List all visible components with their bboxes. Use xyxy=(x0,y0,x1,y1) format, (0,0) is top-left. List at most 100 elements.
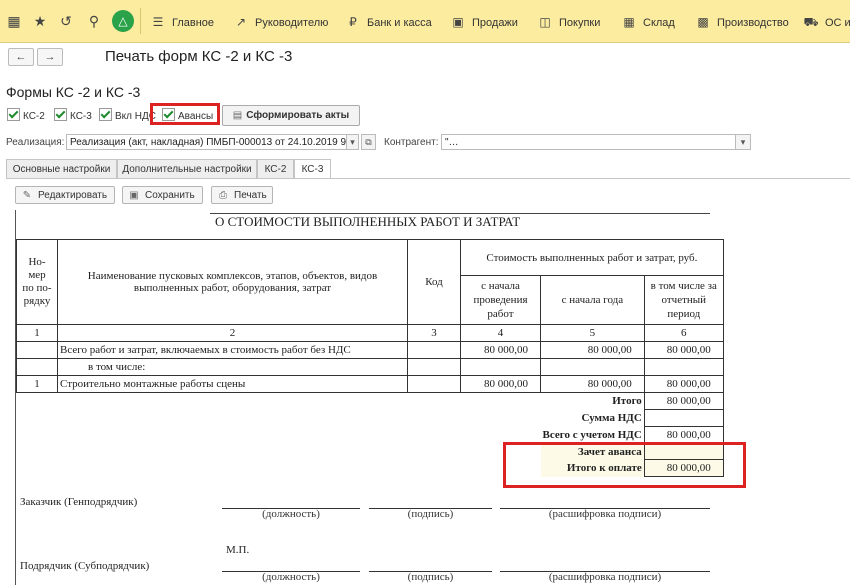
header-num: Но- мер по по- рядку xyxy=(16,239,58,325)
total-value: 80 000,00 xyxy=(643,392,724,410)
realization-field[interactable]: Реализация (акт, накладная) ПМБП-000013 … xyxy=(66,134,358,150)
history-icon[interactable]: ↺ xyxy=(56,11,76,31)
warehouse-icon: ▦ xyxy=(623,15,635,29)
dropdown-chevron-icon[interactable]: ▾ xyxy=(346,134,359,150)
arrow-right-icon: → xyxy=(44,51,56,63)
row-value xyxy=(460,358,541,376)
row-name: Всего работ и затрат, включаемых в стоим… xyxy=(57,341,408,359)
row-value: 80 000,00 xyxy=(643,375,724,393)
counterparty-label: Контрагент: xyxy=(384,137,439,148)
document-title: О СТОИМОСТИ ВЫПОЛНЕННЫХ РАБОТ И ЗАТРАТ xyxy=(215,214,521,229)
save-button[interactable]: ▣ Сохранить xyxy=(122,186,203,204)
checkbox-ks3[interactable]: КС-3 xyxy=(54,108,92,122)
header-from-start: с начала проведения работ xyxy=(460,275,541,325)
dropdown-chevron-icon[interactable]: ▾ xyxy=(735,134,751,150)
menu-main[interactable]: ☰ Главное xyxy=(150,13,214,31)
contractor-label: Подрядчик (Субподрядчик) xyxy=(20,560,150,572)
tab-underline xyxy=(6,178,850,179)
pencil-icon: ✎ xyxy=(22,190,32,201)
menu-fixed-assets[interactable]: ⛟ ОС и xyxy=(803,13,850,31)
header-name: Наименование пусковых комплексов, этапов… xyxy=(57,239,408,325)
document-icon: ▤ xyxy=(232,110,243,121)
menu-production[interactable]: ▩ Производство xyxy=(695,13,788,31)
col-number: 6 xyxy=(643,324,724,342)
checkmark-icon xyxy=(99,108,112,121)
table-row: Всего работ и затрат, включаемых в стоим… xyxy=(16,341,724,359)
tab-ks2[interactable]: КС-2 xyxy=(257,159,294,178)
total-label: Всего с учетом НДС xyxy=(542,429,642,441)
checkmark-icon xyxy=(54,108,67,121)
tab-additional-settings[interactable]: Дополнительные настройки xyxy=(117,159,257,178)
search-icon[interactable]: ⚲ xyxy=(84,11,104,31)
caption-signature: (подпись) xyxy=(407,508,454,520)
row-code xyxy=(407,358,461,376)
stamp-label: М.П. xyxy=(226,544,250,556)
total-value: 80 000,00 xyxy=(643,426,724,444)
print-button[interactable]: ⎙ Печать xyxy=(211,186,273,204)
row-name: Строительно монтажные работы сцены xyxy=(57,375,408,393)
back-button[interactable]: ← xyxy=(8,48,34,66)
caption-signature: (подпись) xyxy=(407,571,454,583)
total-label: Итого xyxy=(612,395,642,408)
customer-label: Заказчик (Генподрядчик) xyxy=(20,496,138,508)
row-value: 80 000,00 xyxy=(460,375,541,393)
menu-sales[interactable]: ▣ Продажи xyxy=(450,13,518,31)
table-row: 1 Строительно монтажные работы сцены 80 … xyxy=(16,375,724,393)
section-title: Формы КС -2 и КС -3 xyxy=(6,84,141,100)
total-value xyxy=(643,409,724,427)
printer-icon: ⎙ xyxy=(219,190,227,201)
forward-button[interactable]: → xyxy=(37,48,63,66)
checkbox-vat[interactable]: Вкл НДС xyxy=(99,108,156,122)
divider xyxy=(140,8,141,34)
row-value: 80 000,00 xyxy=(460,341,541,359)
top-menu-bar: ▦ ★ ↺ ⚲ △ ☰ Главное ↗ Руководителю ₽ Банк и… xyxy=(0,0,850,43)
table-row: в том числе: xyxy=(16,358,724,376)
star-icon[interactable]: ★ xyxy=(30,11,50,31)
col-number: 4 xyxy=(460,324,541,342)
row-name: в том числе: xyxy=(57,358,408,376)
tab-main-settings[interactable]: Основные настройки xyxy=(6,159,117,178)
arrow-left-icon: ← xyxy=(15,51,27,63)
row-num xyxy=(16,341,58,359)
menu-warehouse[interactable]: ▦ Склад xyxy=(621,13,675,31)
realization-label: Реализация: xyxy=(6,137,65,148)
checkbox-ks2[interactable]: КС-2 xyxy=(7,108,45,122)
counterparty-field[interactable]: "… xyxy=(441,134,751,150)
payment-highlight-frame xyxy=(503,442,746,488)
menu-purchases[interactable]: ◫ Покупки xyxy=(537,13,600,31)
edit-button[interactable]: ✎ Редактировать xyxy=(15,186,115,204)
col-number: 3 xyxy=(407,324,461,342)
bag-icon: ▣ xyxy=(452,15,464,29)
total-row: Всего с учетом НДС 80 000,00 xyxy=(17,426,724,444)
total-row: Итого 80 000,00 xyxy=(17,392,724,410)
make-acts-button[interactable]: ▤ Сформировать акты xyxy=(222,105,360,126)
factory-icon: ▩ xyxy=(697,15,709,29)
advances-highlight-frame xyxy=(150,103,220,125)
menu-bank[interactable]: ₽ Банк и касса xyxy=(345,13,432,31)
window-title: Печать форм КС -2 и КС -3 xyxy=(105,48,293,65)
caption-position: (должность) xyxy=(262,508,320,520)
total-label: Сумма НДС xyxy=(581,412,642,424)
checkmark-icon xyxy=(7,108,20,121)
row-value xyxy=(643,358,724,376)
row-code xyxy=(407,341,461,359)
tab-ks3[interactable]: КС-3 xyxy=(294,159,331,179)
cart-icon: ◫ xyxy=(539,15,551,29)
caption-decode: (расшифровка подписи) xyxy=(548,508,662,520)
ruble-icon: ₽ xyxy=(349,15,357,29)
row-num xyxy=(16,358,58,376)
bell-icon[interactable]: △ xyxy=(112,10,134,32)
grid-icon[interactable]: ▦ xyxy=(4,11,24,31)
col-number: 2 xyxy=(57,324,408,342)
menu-manager[interactable]: ↗ Руководителю xyxy=(233,13,328,31)
menu-icon: ☰ xyxy=(152,15,164,29)
row-num: 1 xyxy=(16,375,58,393)
header-period: в том числе за отчетный период xyxy=(643,275,724,325)
row-value: 80 000,00 xyxy=(643,341,724,359)
row-value xyxy=(540,358,645,376)
save-icon: ▣ xyxy=(129,190,139,201)
open-link-icon[interactable]: ⧉ xyxy=(361,134,376,150)
header-code: Код xyxy=(407,239,461,325)
col-number: 1 xyxy=(16,324,58,342)
row-value: 80 000,00 xyxy=(540,375,645,393)
